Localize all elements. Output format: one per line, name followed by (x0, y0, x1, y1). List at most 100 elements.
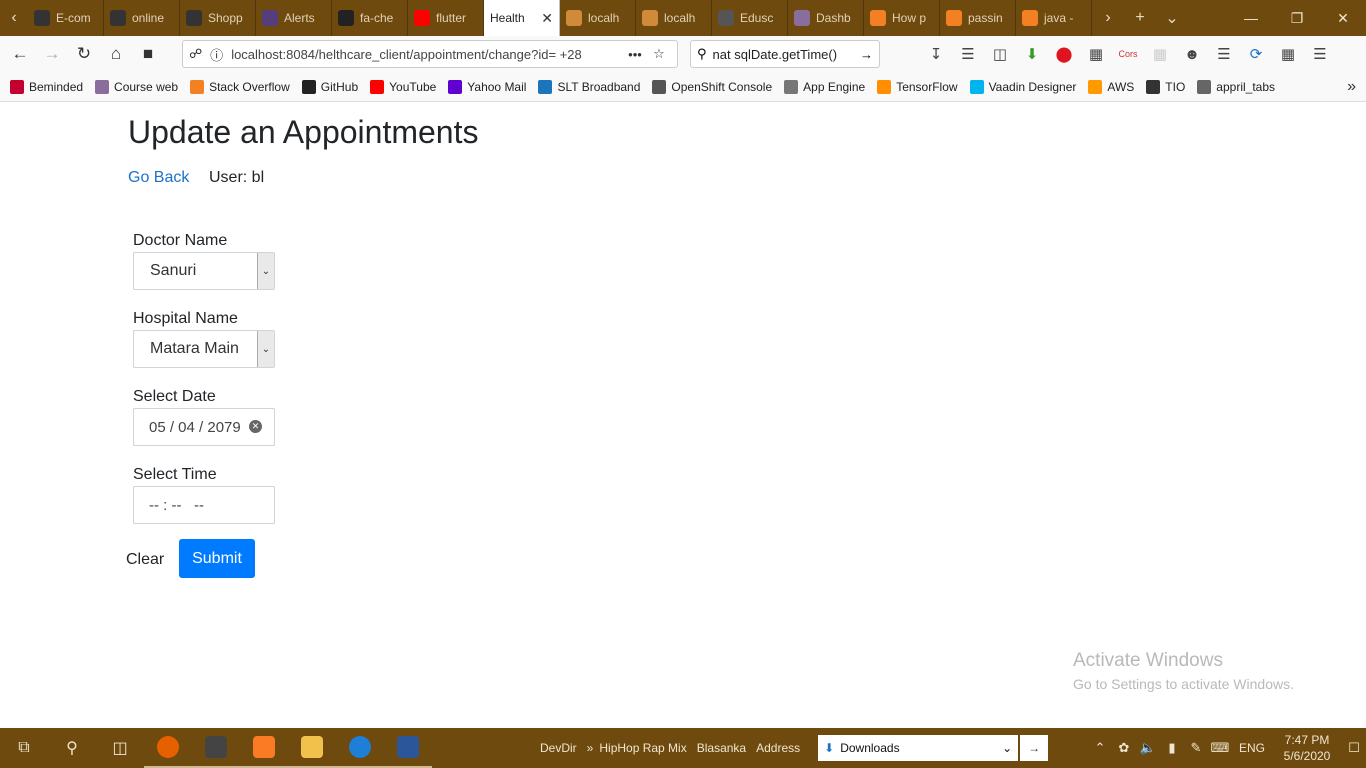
submit-button[interactable]: Submit (179, 539, 255, 578)
browser-tab[interactable]: passin (940, 0, 1016, 36)
clock[interactable]: 7:47 PM 5/6/2020 (1272, 732, 1342, 764)
search-icon[interactable]: ⚲ (48, 728, 96, 768)
account-icon[interactable]: ☻ (1176, 46, 1208, 63)
browser-tab[interactable]: localh (560, 0, 636, 36)
tabs-scroll-left-icon[interactable]: ‹ (0, 0, 28, 36)
task-view-icon[interactable]: ◫ (96, 728, 144, 768)
close-window-icon[interactable]: ✕ (1320, 10, 1366, 27)
firefox-icon[interactable] (144, 728, 192, 768)
toolbar-link-devdir[interactable]: DevDir (540, 741, 577, 755)
chevron-down-icon[interactable]: ⌄ (1002, 741, 1012, 755)
chevron-down-icon[interactable]: ⌄ (257, 253, 274, 289)
bookmark-item[interactable]: AWS (1088, 79, 1134, 94)
bookmark-item[interactable]: Yahoo Mail (448, 79, 526, 94)
windows-start-icon[interactable]: ⧉ (0, 728, 48, 768)
home-icon[interactable]: ⌂ (100, 38, 132, 70)
bookmark-item[interactable]: YouTube (370, 79, 436, 94)
time-input[interactable]: -- : -- -- (133, 486, 275, 524)
extension-download-icon[interactable]: ⬇ (1016, 45, 1048, 63)
bookmark-item[interactable]: Course web (95, 79, 178, 94)
chevron-down-icon[interactable]: ⌄ (257, 331, 274, 367)
browser-tab[interactable]: localh (636, 0, 712, 36)
game-app-icon[interactable] (192, 728, 240, 768)
url-bar[interactable]: ☍ ⓘ localhost:8084/helthcare_client/appo… (182, 40, 678, 68)
close-tab-icon[interactable]: ✕ (541, 10, 553, 27)
doctor-name-select[interactable]: Sanuri ⌄ (133, 252, 275, 290)
bookmark-item[interactable]: Stack Overflow (190, 79, 290, 94)
extension-blue-icon[interactable]: ⟳ (1240, 45, 1272, 63)
bookmarks-overflow-icon[interactable]: » (1347, 78, 1356, 96)
time-value[interactable]: -- : -- -- (149, 497, 204, 514)
address-go-icon[interactable]: → (1020, 735, 1049, 761)
cors-icon[interactable]: Cors (1112, 49, 1144, 59)
toolbar-overflow-icon[interactable]: » (587, 741, 594, 755)
downloads-icon[interactable]: ↧ (920, 45, 952, 63)
barcode-icon[interactable]: ☰ (1208, 45, 1240, 63)
search-go-icon[interactable]: → (860, 47, 873, 62)
browser-tab[interactable]: E-com (28, 0, 104, 36)
bookmark-item[interactable]: TIO (1146, 79, 1185, 94)
bookmark-item[interactable]: TensorFlow (877, 79, 958, 94)
xampp-icon[interactable] (240, 728, 288, 768)
browser-tab[interactable]: online (104, 0, 180, 36)
tab-list-chevron-icon[interactable]: ⌄ (1156, 8, 1188, 28)
library-icon[interactable]: ☰ (952, 45, 984, 63)
new-tab-icon[interactable]: + (1124, 9, 1156, 27)
forward-icon[interactable]: → (36, 38, 68, 70)
bookmark-item[interactable]: GitHub (301, 79, 358, 94)
browser-tab[interactable]: How p (864, 0, 940, 36)
edge-icon[interactable] (336, 728, 384, 768)
word-icon[interactable] (384, 728, 432, 768)
wifi-icon[interactable]: ✿ (1112, 740, 1136, 756)
bookmark-item[interactable]: SLT Broadband (538, 79, 640, 94)
volume-icon[interactable]: 🔈 (1136, 740, 1160, 756)
bookmark-item[interactable]: Beminded (10, 79, 83, 94)
pen-icon[interactable]: ✎ (1184, 740, 1208, 756)
date-input[interactable]: 05 / 04 / 2079 ✕ (133, 408, 275, 446)
go-back-link[interactable]: Go Back (128, 169, 189, 187)
search-bar[interactable]: ⚲ nat sqlDate.getTime() → (690, 40, 880, 68)
keyboard-icon[interactable]: ⌨ (1208, 740, 1232, 756)
extensions-grid-icon[interactable]: ▦ (1272, 45, 1304, 63)
toolbar-link-blasanka[interactable]: Blasanka (697, 741, 746, 755)
battery-icon[interactable]: ▮ (1160, 740, 1184, 756)
bookmark-item[interactable]: Vaadin Designer (969, 79, 1076, 94)
bookmark-item[interactable]: App Engine (784, 79, 865, 94)
extension-icon[interactable]: ▦ (1080, 45, 1112, 63)
browser-tab[interactable]: java - (1016, 0, 1092, 36)
bookmark-item[interactable]: appril_tabs (1197, 79, 1275, 94)
browser-tab[interactable]: Health ✕ (484, 0, 560, 36)
browser-tab[interactable]: Dashb (788, 0, 864, 36)
bookmark-star-icon[interactable]: ☆ (647, 46, 671, 62)
browser-tab[interactable]: fa-che (332, 0, 408, 36)
date-value[interactable]: 05 / 04 / 2079 (149, 419, 241, 436)
opera-icon[interactable]: ⬤ (1048, 45, 1080, 63)
site-info-icon[interactable]: ⓘ (210, 45, 223, 64)
restore-icon[interactable]: ❐ (1274, 10, 1320, 27)
browser-tab[interactable]: Shopp (180, 0, 256, 36)
back-icon[interactable]: ← (4, 38, 36, 70)
browser-tab[interactable]: Alerts (256, 0, 332, 36)
notification-icon[interactable]: ☐ (1342, 740, 1366, 756)
clear-date-icon[interactable]: ✕ (249, 420, 262, 433)
bookmark-item[interactable]: OpenShift Console (652, 79, 772, 94)
search-input[interactable]: nat sqlDate.getTime() (713, 47, 860, 62)
file-explorer-icon[interactable] (288, 728, 336, 768)
toolbar-link-hiphop[interactable]: HipHop Rap Mix (599, 741, 686, 755)
browser-tab[interactable]: Edusc (712, 0, 788, 36)
extension-grey-icon[interactable]: ▦ (1144, 45, 1176, 63)
minimize-icon[interactable]: — (1228, 10, 1274, 26)
url-text[interactable]: localhost:8084/helthcare_client/appointm… (231, 47, 623, 62)
page-actions-icon[interactable]: ••• (623, 47, 647, 62)
reload-icon[interactable]: ↻ (68, 38, 100, 70)
tray-overflow-icon[interactable]: ⌃ (1088, 740, 1112, 756)
address-value[interactable]: Downloads (840, 741, 1002, 755)
menu-icon[interactable]: ☰ (1304, 45, 1336, 63)
tabs-scroll-right-icon[interactable]: › (1092, 9, 1124, 27)
hospital-name-select[interactable]: Matara Main ⌄ (133, 330, 275, 368)
sidebar-icon[interactable]: ◫ (984, 45, 1016, 63)
clear-button[interactable]: Clear (126, 551, 164, 569)
language-indicator[interactable]: ENG (1232, 741, 1272, 755)
tracking-shield-icon[interactable]: ☍ (189, 46, 202, 62)
address-input[interactable]: ⬇ Downloads ⌄ (818, 735, 1019, 761)
